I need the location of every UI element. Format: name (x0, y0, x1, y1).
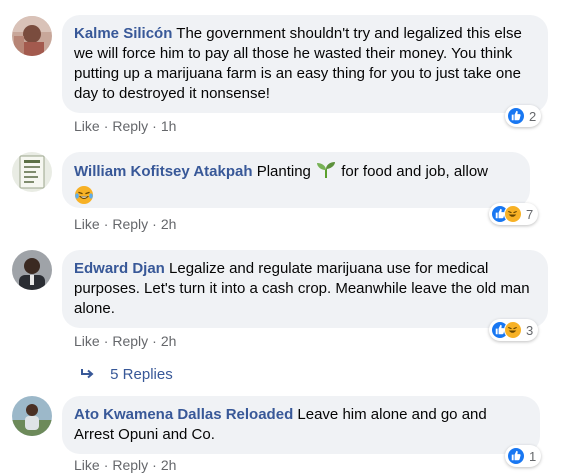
view-replies-link[interactable]: 5 Replies (80, 366, 173, 383)
comment-text-start: Planting (256, 163, 311, 180)
separator: · (152, 118, 157, 134)
comment-bubble: Kalme Silicón The government shouldn't t… (62, 15, 548, 113)
comment-bubble: William Kofitsey Atakpah Planting for fo… (62, 152, 530, 208)
replies-label: 5 Replies (110, 366, 173, 383)
reply-button[interactable]: Reply (112, 216, 148, 232)
separator: · (103, 333, 109, 349)
reaction-summary[interactable]: 3 (489, 319, 539, 341)
reaction-count: 7 (526, 206, 534, 222)
laughing-face-icon (504, 321, 522, 339)
avatar[interactable] (12, 16, 52, 56)
thumbs-up-icon (507, 447, 525, 465)
separator: · (152, 457, 157, 473)
separator: · (103, 457, 109, 473)
comment-actions: Like · Reply · 1h (74, 118, 176, 134)
avatar[interactable] (12, 250, 52, 290)
separator: · (152, 333, 157, 349)
timestamp[interactable]: 2h (161, 457, 177, 473)
thumbs-up-icon (507, 107, 525, 125)
laughing-face-icon (504, 205, 522, 223)
timestamp[interactable]: 2h (161, 333, 177, 349)
timestamp[interactable]: 2h (161, 216, 177, 232)
like-button[interactable]: Like (74, 333, 100, 349)
timestamp[interactable]: 1h (161, 118, 177, 134)
comment-author[interactable]: Ato Kwamena Dallas Reloaded (74, 406, 293, 423)
reaction-count: 2 (529, 108, 537, 124)
separator: · (103, 216, 109, 232)
reaction-count: 1 (529, 448, 537, 464)
reply-button[interactable]: Reply (112, 333, 148, 349)
separator: · (103, 118, 109, 134)
comment-actions: Like · Reply · 2h (74, 333, 176, 349)
reaction-summary[interactable]: 1 (505, 445, 542, 467)
reply-button[interactable]: Reply (112, 457, 148, 473)
like-button[interactable]: Like (74, 216, 100, 232)
comment-text-end: for food and job, allow (341, 163, 489, 180)
comment-actions: Like · Reply · 2h (74, 216, 176, 232)
seedling-icon (315, 161, 337, 185)
laughing-tears-icon (74, 185, 94, 211)
reaction-summary[interactable]: 2 (505, 105, 542, 127)
separator: · (152, 216, 157, 232)
like-button[interactable]: Like (74, 457, 100, 473)
avatar[interactable] (12, 152, 52, 192)
reaction-count: 3 (526, 322, 534, 338)
comment-author[interactable]: Edward Djan (74, 260, 165, 277)
comment-bubble: Ato Kwamena Dallas Reloaded Leave him al… (62, 396, 540, 454)
avatar[interactable] (12, 396, 52, 436)
reaction-summary[interactable]: 7 (489, 203, 539, 225)
comment-author[interactable]: Kalme Silicón (74, 25, 172, 42)
comment-author[interactable]: William Kofitsey Atakpah (74, 163, 253, 180)
comment-actions: Like · Reply · 2h (74, 457, 176, 473)
reply-button[interactable]: Reply (112, 118, 148, 134)
reply-arrow-icon (80, 366, 98, 383)
comment-bubble: Edward Djan Legalize and regulate mariju… (62, 250, 548, 328)
like-button[interactable]: Like (74, 118, 100, 134)
